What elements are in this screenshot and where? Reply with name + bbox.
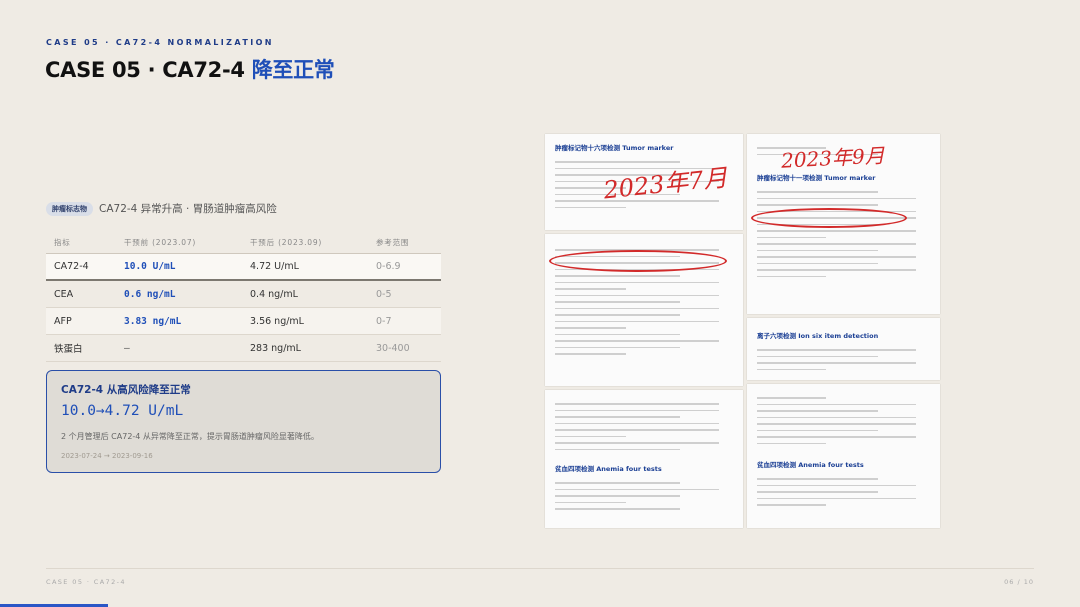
cell-name: 铁蛋白 — [54, 344, 83, 355]
footer-case-label: CASE 05 · CA72-4 — [46, 578, 126, 586]
card-date-range: 2023-07-24 → 2023-09-16 — [61, 452, 153, 460]
cell-before: 3.83 ng/mL — [124, 315, 182, 327]
category-tag: 肿瘤标志物 — [46, 201, 93, 216]
lab-report-photo: 肿瘤标记物十六项检测 Tumor marker 2023年7月 贫血四项检测 A… — [545, 134, 940, 528]
report-sheet-july-detail — [545, 234, 743, 386]
header-indicator: 指标 — [54, 238, 71, 247]
sheet-header: 肿瘤标记物十一项检测 Tumor marker — [757, 174, 876, 182]
header-reference: 参考范围 — [376, 238, 410, 247]
highlight-card: CA72-4 从高风险降至正常 10.0→4.72 U/mL 2 个月管理后 C… — [46, 370, 441, 473]
cell-after: 3.56 ng/mL — [250, 315, 304, 327]
page-number: 06 / 10 — [1004, 578, 1034, 586]
table-row: 铁蛋白 — 283 ng/mL 30-400 — [46, 335, 441, 362]
header-before: 干预前 (2023.07) — [124, 238, 197, 247]
tagline-text: CA72-4 异常升高 · 胃肠道肿瘤高风险 — [99, 203, 277, 215]
handwritten-date-september: 2023年9月 — [780, 143, 886, 173]
red-circle-annotation — [751, 208, 907, 228]
report-sheet-ion: 离子六项检测 Ion six item detection — [747, 318, 940, 380]
cell-name: AFP — [54, 315, 72, 327]
cell-before: 0.6 ng/mL — [124, 288, 176, 300]
case-kicker: CASE 05 · CA72-4 NORMALIZATION — [46, 38, 274, 47]
cell-after: 4.72 U/mL — [250, 261, 299, 272]
cell-after: 283 ng/mL — [250, 342, 301, 354]
cell-name: CEA — [54, 288, 74, 300]
marker-table: 指标 干预前 (2023.07) 干预后 (2023.09) 参考范围 CA72… — [46, 232, 441, 362]
cell-before: — — [124, 342, 130, 354]
cell-after: 0.4 ng/mL — [250, 288, 298, 300]
table-row: CA72-4 10.0 U/mL 4.72 U/mL 0-6.9 — [46, 254, 441, 281]
cell-ref: 0-6.9 — [376, 261, 401, 272]
card-metric: 10.0→4.72 U/mL — [61, 403, 184, 419]
sheet-header: 肿瘤标记物十六项检测 Tumor marker — [555, 144, 674, 152]
page-title-main: CASE 05 · CA72-4 — [45, 58, 252, 82]
cell-ref: 0-5 — [376, 288, 392, 300]
sheet-header: 离子六项检测 Ion six item detection — [757, 332, 879, 340]
cell-ref: 30-400 — [376, 342, 410, 354]
cell-before: 10.0 U/mL — [124, 261, 176, 272]
header-after: 干预后 (2023.09) — [250, 238, 323, 247]
sheet-header: 贫血四项检测 Anemia four tests — [555, 465, 662, 473]
report-sheet-september-anemia: 贫血四项检测 Anemia four tests — [747, 384, 940, 528]
card-title: CA72-4 从高风险降至正常 — [61, 384, 191, 396]
report-sheet-july: 肿瘤标记物十六项检测 Tumor marker 2023年7月 — [545, 134, 743, 230]
page-title: CASE 05 · CA72-4 降至正常 — [45, 54, 335, 84]
red-circle-annotation — [549, 250, 727, 272]
report-sheet-september: 肿瘤标记物十一项检测 Tumor marker 2023年9月 — [747, 134, 940, 314]
footer-divider — [46, 568, 1034, 569]
card-description: 2 个月管理后 CA72-4 从异常降至正常，提示胃肠道肿瘤风险显著降低。 — [61, 432, 319, 441]
cell-ref: 0-7 — [376, 315, 392, 327]
table-header: 指标 干预前 (2023.07) 干预后 (2023.09) 参考范围 — [46, 232, 441, 254]
tagline: 肿瘤标志物 CA72-4 异常升高 · 胃肠道肿瘤高风险 — [46, 201, 277, 216]
sheet-header: 贫血四项检测 Anemia four tests — [757, 461, 864, 469]
report-sheet-july-anemia: 贫血四项检测 Anemia four tests — [545, 390, 743, 528]
table-row: CEA 0.6 ng/mL 0.4 ng/mL 0-5 — [46, 281, 441, 308]
table-row: AFP 3.83 ng/mL 3.56 ng/mL 0-7 — [46, 308, 441, 335]
page-title-accent: 降至正常 — [251, 58, 335, 82]
cell-name: CA72-4 — [54, 261, 89, 272]
